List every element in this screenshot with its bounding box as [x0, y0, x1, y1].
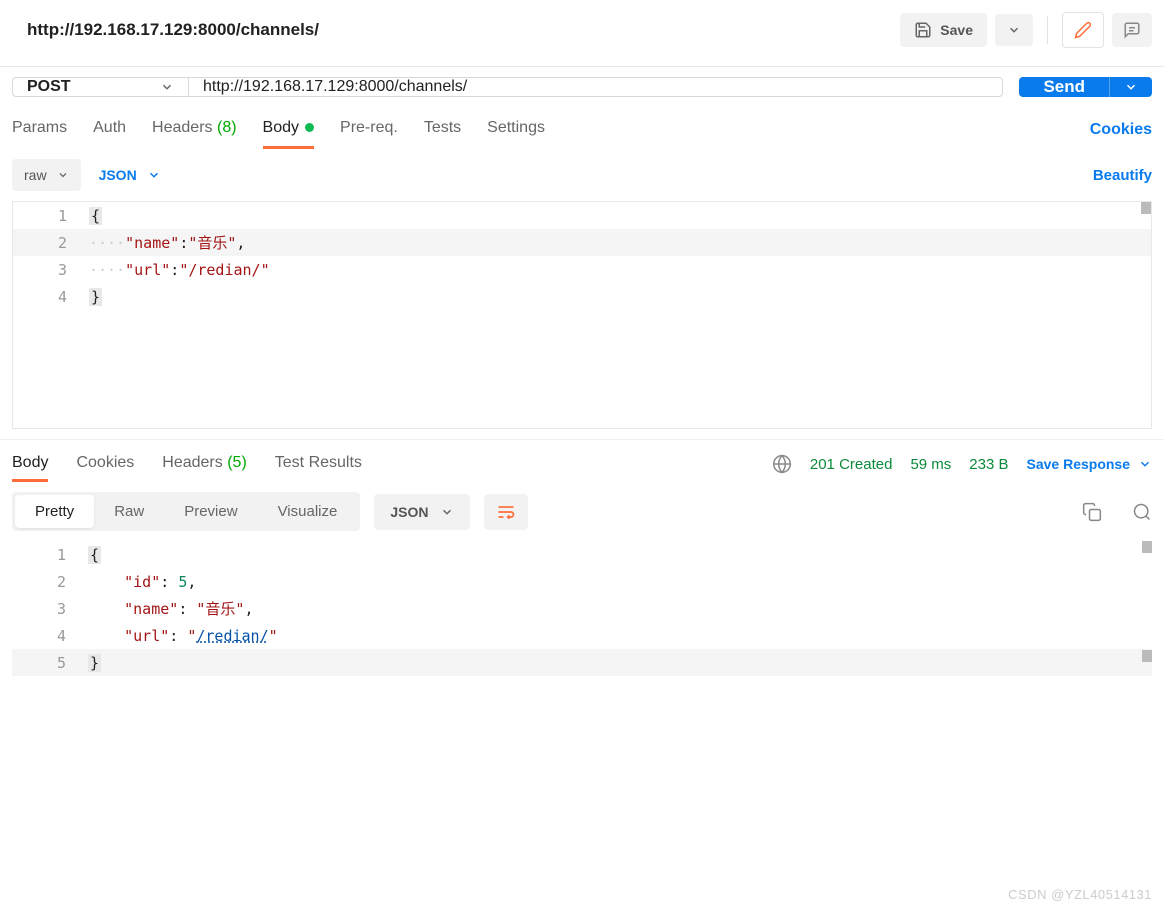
line-num: 4 — [13, 288, 89, 306]
save-icon — [914, 21, 932, 39]
url-value: http://192.168.17.129:8000/channels/ — [203, 78, 467, 96]
json-value: "音乐" — [188, 234, 236, 252]
resp-tab-tests[interactable]: Test Results — [275, 446, 362, 482]
body-type-label: raw — [24, 167, 47, 183]
save-response-label: Save Response — [1027, 456, 1131, 472]
view-mode-segment: Pretty Raw Preview Visualize — [12, 492, 360, 531]
comment-button[interactable] — [1112, 13, 1152, 47]
copy-button[interactable] — [1082, 502, 1102, 522]
line-num: 3 — [12, 600, 88, 618]
view-visualize[interactable]: Visualize — [258, 495, 358, 528]
line-num: 4 — [12, 627, 88, 645]
chevron-down-icon — [160, 80, 174, 94]
body-lang-label: JSON — [99, 167, 137, 183]
json-key: "id" — [124, 573, 160, 591]
cookies-link[interactable]: Cookies — [1090, 121, 1152, 139]
response-format-label: JSON — [390, 504, 428, 520]
status-group: 201 Created 59 ms 233 B — [810, 456, 1009, 473]
edit-button[interactable] — [1062, 12, 1104, 48]
top-bar: http://192.168.17.129:8000/channels/ Sav… — [0, 0, 1164, 67]
response-size: 233 B — [969, 456, 1008, 473]
top-actions: Save — [900, 12, 1152, 48]
beautify-link[interactable]: Beautify — [1093, 167, 1152, 184]
save-dropdown[interactable] — [995, 14, 1033, 46]
line-num: 1 — [12, 546, 88, 564]
line-num: 2 — [12, 573, 88, 591]
json-value: 5 — [178, 573, 187, 591]
tab-params[interactable]: Params — [12, 111, 67, 149]
line-num: 3 — [13, 261, 89, 279]
resp-headers-count: (5) — [227, 454, 247, 471]
headers-count: (8) — [217, 119, 237, 136]
tab-body[interactable]: Body — [263, 111, 314, 149]
tab-auth[interactable]: Auth — [93, 111, 126, 149]
response-time: 59 ms — [910, 456, 951, 473]
url-row: POST http://192.168.17.129:8000/channels… — [0, 67, 1164, 107]
search-button[interactable] — [1132, 502, 1152, 522]
globe-icon[interactable] — [772, 454, 792, 474]
resp-tab-headers[interactable]: Headers (5) — [162, 446, 247, 482]
scrollbar-thumb[interactable] — [1141, 202, 1151, 214]
send-group: Send — [1019, 77, 1152, 97]
tab-tests[interactable]: Tests — [424, 111, 461, 149]
scrollbar-thumb[interactable] — [1142, 650, 1152, 662]
watermark: CSDN @YZL40514131 — [1008, 887, 1152, 902]
resp-headers-label: Headers — [162, 454, 222, 471]
method-select[interactable]: POST — [12, 77, 188, 97]
json-key: "name" — [125, 234, 179, 252]
body-indicator-dot — [305, 123, 314, 132]
json-key: "url" — [124, 627, 169, 645]
response-view-options: Pretty Raw Preview Visualize JSON — [0, 482, 1164, 541]
json-value: "音乐" — [196, 600, 244, 618]
line-num: 2 — [13, 234, 89, 252]
json-key: "name" — [124, 600, 178, 618]
body-lang-select[interactable]: JSON — [99, 167, 161, 183]
json-value: "/redian/" — [179, 261, 269, 279]
tab-headers-label: Headers — [152, 119, 212, 136]
scrollbar-thumb[interactable] — [1142, 541, 1152, 553]
url-input[interactable]: http://192.168.17.129:8000/channels/ — [188, 77, 1003, 97]
view-preview[interactable]: Preview — [164, 495, 257, 528]
response-body-editor[interactable]: 1{ 2 "id": 5, 3 "name": "音乐", 4 "url": "… — [12, 541, 1152, 676]
response-tabs: Body Cookies Headers (5) Test Results 20… — [0, 439, 1164, 482]
send-button[interactable]: Send — [1019, 77, 1109, 97]
tab-headers[interactable]: Headers (8) — [152, 111, 237, 149]
request-tabs: Params Auth Headers (8) Body Pre-req. Te… — [0, 107, 1164, 149]
resp-tab-body[interactable]: Body — [12, 446, 48, 482]
method-value: POST — [27, 78, 71, 96]
status-code: 201 Created — [810, 456, 893, 473]
body-type-select[interactable]: raw — [12, 159, 81, 191]
json-key: "url" — [125, 261, 170, 279]
tab-prereq[interactable]: Pre-req. — [340, 111, 398, 149]
quote: " — [269, 627, 278, 645]
tab-body-label: Body — [263, 119, 299, 136]
url-link[interactable]: /redian/ — [196, 627, 268, 645]
tab-settings[interactable]: Settings — [487, 111, 545, 149]
send-dropdown[interactable] — [1109, 77, 1152, 97]
wrap-lines-button[interactable] — [484, 494, 528, 530]
send-label: Send — [1043, 77, 1085, 97]
body-options: raw JSON Beautify — [0, 149, 1164, 201]
save-response-button[interactable]: Save Response — [1027, 456, 1153, 472]
line-num: 5 — [12, 654, 88, 672]
view-raw[interactable]: Raw — [94, 495, 164, 528]
divider — [1047, 16, 1048, 44]
view-pretty[interactable]: Pretty — [15, 495, 94, 528]
line-num: 1 — [13, 207, 89, 225]
save-label: Save — [940, 22, 973, 38]
request-body-editor[interactable]: 1{ 2····"name":"音乐", 3····"url":"/redian… — [12, 201, 1152, 429]
request-tab-title: http://192.168.17.129:8000/channels/ — [12, 20, 319, 40]
resp-tab-cookies[interactable]: Cookies — [76, 446, 134, 482]
response-format-select[interactable]: JSON — [374, 494, 470, 530]
save-button[interactable]: Save — [900, 13, 987, 47]
